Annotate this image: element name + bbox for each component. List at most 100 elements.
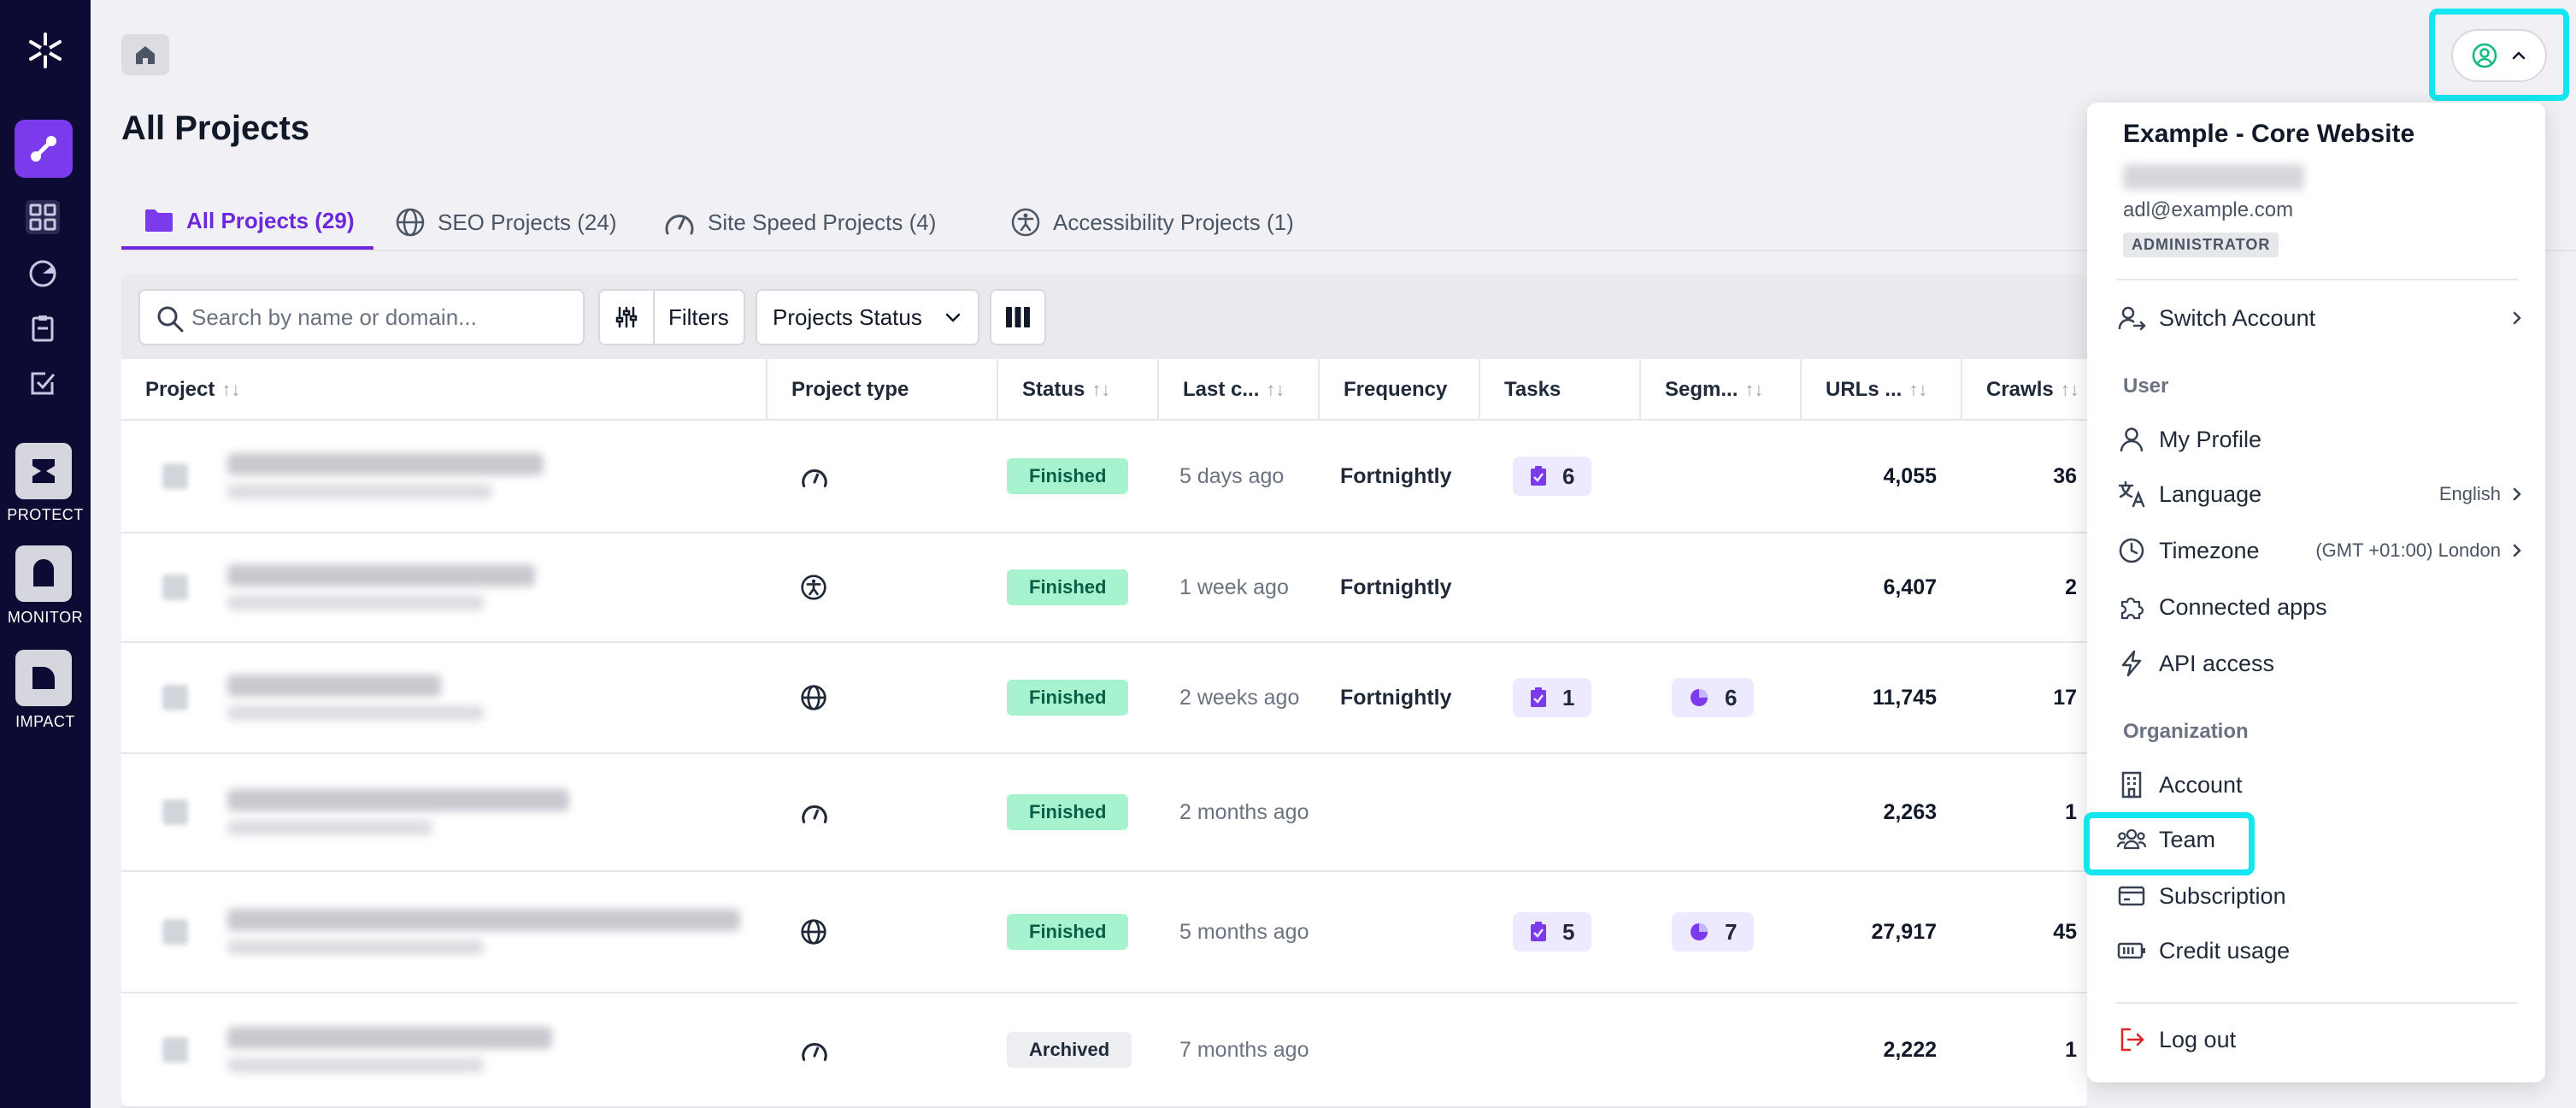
tasks-count[interactable]: 1 (1513, 643, 1592, 752)
table-row[interactable]: Finished 1 week ago Fortnightly 6,407 2 (121, 533, 2087, 643)
table-row[interactable]: Archived 7 months ago 2,222 1 (121, 993, 2087, 1108)
projects-status-dropdown[interactable]: Projects Status (756, 289, 979, 345)
tasks-count[interactable]: 5 (1513, 872, 1592, 992)
sidebar-app-protect[interactable] (15, 443, 72, 499)
filters-button[interactable]: Filters (598, 289, 745, 345)
sidebar-item-projects[interactable] (26, 200, 60, 234)
menu-item-credit-usage[interactable]: Credit usage (2114, 927, 2525, 975)
project-name-redacted[interactable] (227, 533, 535, 641)
menu-item-timezone[interactable]: Timezone (GMT +01:00) London (2114, 527, 2525, 575)
project-name-redacted[interactable] (227, 643, 484, 752)
table-row[interactable]: Finished 5 months ago 5 7 27,917 45 (121, 872, 2087, 993)
column-label: Project type (791, 378, 909, 401)
column-header-status[interactable]: Status ↑↓ (997, 359, 1157, 421)
column-header-frequency[interactable]: Frequency (1318, 359, 1479, 421)
menu-item-my-profile[interactable]: My Profile (2114, 416, 2525, 463)
menu-item-subscription[interactable]: Subscription (2114, 872, 2525, 920)
sidebar-item-tasks[interactable] (26, 311, 60, 345)
sidebar-item-dashboard[interactable] (26, 256, 60, 291)
column-label: Status (1022, 378, 1085, 401)
logout-icon (2120, 1028, 2144, 1052)
menu-item-label: Language (2159, 480, 2262, 507)
sidebar-app-impact[interactable] (15, 650, 72, 706)
last-crawl: 1 week ago (1179, 575, 1289, 599)
menu-item-label: My Profile (2159, 426, 2262, 452)
gauge-icon (29, 260, 56, 287)
column-header-segments[interactable]: Segm... ↑↓ (1639, 359, 1800, 421)
menu-item-log-out[interactable]: Log out (2114, 1016, 2525, 1064)
sidebar: PROTECT MONITOR IMPACT (0, 0, 91, 1108)
project-name-redacted[interactable] (227, 872, 740, 992)
menu-item-connected-apps[interactable]: Connected apps (2114, 583, 2525, 631)
column-header-last-crawl[interactable]: Last c... ↑↓ (1157, 359, 1318, 421)
task-icon (1531, 687, 1546, 707)
menu-item-label: Subscription (2159, 882, 2286, 909)
frequency: Fortnightly (1340, 685, 1452, 710)
table-row[interactable]: Finished 2 months ago 2,263 1 (121, 754, 2087, 872)
table-row[interactable]: Finished 5 days ago Fortnightly 6 4,055 36 (121, 421, 2087, 533)
sidebar-crawler-app-button[interactable] (15, 120, 73, 178)
user-circle-icon (2472, 43, 2497, 68)
column-header-crawls[interactable]: Crawls ↑↓ (1961, 359, 2087, 421)
column-header-project-type[interactable]: Project type (766, 359, 997, 421)
crawls-count: 1 (2065, 1037, 2077, 1062)
sidebar-item-checks[interactable] (26, 366, 60, 400)
globe-icon (800, 872, 827, 992)
chevron-down-icon (945, 313, 961, 322)
menu-item-api-access[interactable]: API access (2114, 639, 2525, 687)
account-menu-button[interactable] (2451, 29, 2547, 82)
column-header-project[interactable]: Project ↑↓ (121, 359, 766, 421)
urls-count: 4,055 (1883, 463, 1937, 488)
table-toolbar: Search by name or domain... Filters Proj… (121, 274, 2087, 359)
project-name-redacted[interactable] (227, 754, 569, 870)
project-name-redacted[interactable] (227, 993, 552, 1106)
tab-accessibility-projects[interactable]: Accessibility Projects (1) (988, 195, 1294, 250)
team-icon (2116, 828, 2147, 850)
home-button[interactable] (121, 34, 169, 75)
crawls-count: 2 (2065, 575, 2077, 599)
tab-label: Site Speed Projects (4) (708, 209, 937, 235)
segments-count[interactable]: 7 (1672, 872, 1755, 992)
menu-item-language[interactable]: Language English (2114, 470, 2525, 518)
segment-icon (1691, 689, 1708, 706)
column-label: Frequency (1344, 378, 1448, 401)
table-header: Project ↑↓ Project type Status ↑↓ Last c… (121, 359, 2087, 421)
menu-item-label: API access (2159, 650, 2275, 676)
chevron-up-icon (2512, 51, 2526, 60)
last-crawl: 5 months ago (1179, 919, 1309, 944)
tab-label: All Projects (29) (186, 207, 355, 233)
segments-count[interactable]: 6 (1672, 643, 1755, 752)
project-name-redacted[interactable] (227, 421, 544, 532)
menu-item-switch-account[interactable]: Switch Account (2114, 294, 2525, 342)
column-header-urls[interactable]: URLs ... ↑↓ (1800, 359, 1961, 421)
menu-account-name: Example - Core Website (2123, 120, 2415, 148)
speedometer-icon (800, 421, 829, 532)
tab-seo-projects[interactable]: SEO Projects (24) (373, 195, 617, 250)
speedometer-icon (665, 215, 694, 235)
menu-divider (2116, 1002, 2518, 1004)
sidebar-app-monitor[interactable] (15, 545, 72, 602)
tab-all-projects[interactable]: All Projects (29) (121, 195, 373, 250)
crawls-count: 1 (2065, 799, 2077, 824)
task-icon (1531, 922, 1546, 941)
sort-icon: ↑↓ (2060, 379, 2079, 400)
checkbox-icon (31, 372, 56, 395)
last-crawl: 7 months ago (1179, 1037, 1309, 1062)
search-placeholder: Search by name or domain... (191, 304, 477, 330)
hourglass-icon (32, 459, 55, 483)
logo-icon[interactable] (24, 29, 67, 72)
tasks-count[interactable]: 6 (1513, 421, 1592, 532)
menu-item-account[interactable]: Account (2114, 761, 2525, 809)
columns-button[interactable] (990, 289, 1046, 345)
tab-site-speed-projects[interactable]: Site Speed Projects (4) (641, 195, 936, 250)
search-input[interactable]: Search by name or domain... (138, 289, 585, 345)
column-header-tasks[interactable]: Tasks (1479, 359, 1639, 421)
table-row[interactable]: Finished 2 weeks ago Fortnightly 1 6 11,745 17 (121, 643, 2087, 754)
menu-item-team[interactable]: Team (2114, 816, 2525, 863)
segment-icon (1691, 923, 1708, 940)
translate-icon (2118, 480, 2145, 508)
sidebar-app-label: PROTECT (7, 506, 84, 523)
language-value: English (2438, 483, 2501, 504)
tab-label: Accessibility Projects (1) (1053, 209, 1294, 235)
chevron-right-icon (2513, 487, 2521, 501)
